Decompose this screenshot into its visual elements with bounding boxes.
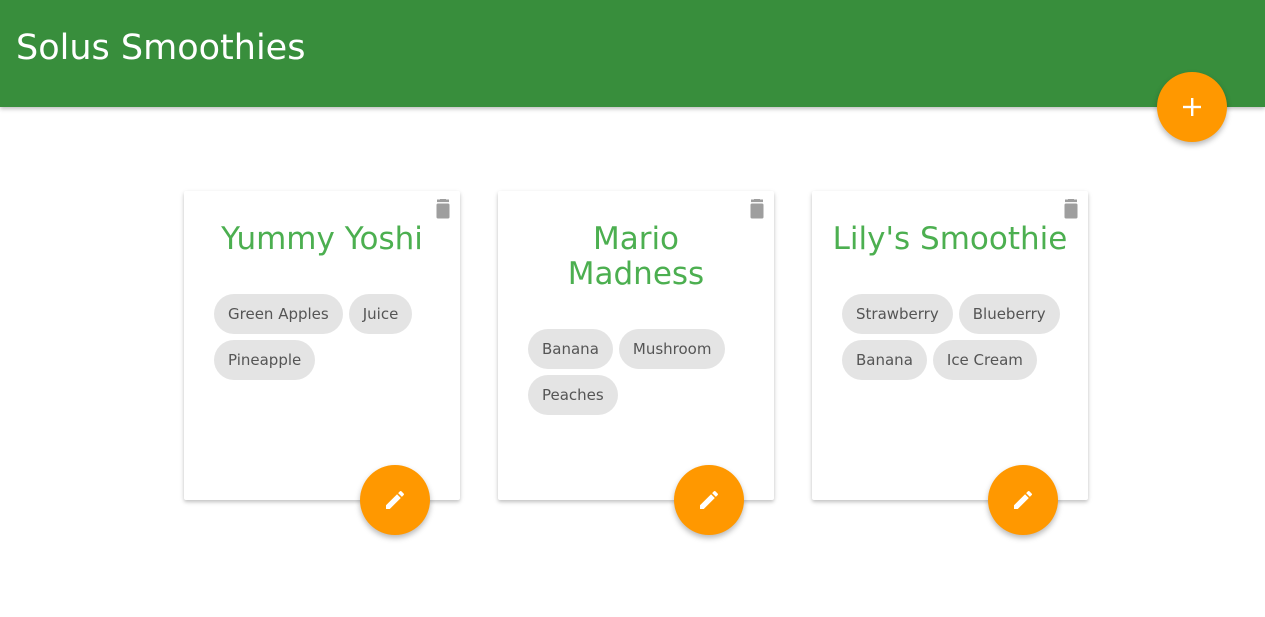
ingredient-chip: Juice xyxy=(348,294,413,334)
edit-button[interactable] xyxy=(988,465,1058,535)
smoothie-card: Yummy Yoshi Green Apples Juice Pineapple xyxy=(184,191,460,535)
smoothie-card: Lily's Smoothie Strawberry Blueberry Ban… xyxy=(812,191,1088,535)
ingredient-chip: Strawberry xyxy=(842,294,953,334)
ingredient-list: Banana Mushroom Peaches xyxy=(528,329,758,415)
ingredient-chip: Pineapple xyxy=(214,340,316,380)
add-smoothie-button[interactable] xyxy=(1157,72,1227,142)
pencil-icon xyxy=(386,490,405,509)
ingredient-list: Green Apples Juice Pineapple xyxy=(214,294,444,380)
ingredient-chip: Banana xyxy=(842,340,927,380)
ingredient-chip: Ice Cream xyxy=(932,340,1037,380)
ingredient-chip: Green Apples xyxy=(214,294,343,334)
ingredient-chip: Banana xyxy=(528,329,613,369)
pencil-icon xyxy=(1014,490,1033,509)
smoothie-title: Lily's Smoothie xyxy=(832,221,1068,257)
ingredient-list: Strawberry Blueberry Banana Ice Cream xyxy=(842,294,1072,380)
ingredient-chip: Mushroom xyxy=(618,329,726,369)
ingredient-chip: Peaches xyxy=(528,375,618,415)
delete-button[interactable] xyxy=(434,199,452,219)
smoothie-card: Mario Madness Banana Mushroom Peaches xyxy=(498,191,774,535)
plus-icon xyxy=(1183,98,1201,116)
trash-icon xyxy=(436,199,450,219)
pencil-icon xyxy=(700,490,719,509)
ingredient-chip: Blueberry xyxy=(958,294,1060,334)
edit-button[interactable] xyxy=(674,465,744,535)
smoothie-title: Mario Madness xyxy=(567,221,705,292)
brand-logo[interactable]: Solus Smoothies xyxy=(16,26,305,70)
trash-icon xyxy=(750,199,764,219)
delete-button[interactable] xyxy=(748,199,766,219)
navbar: Solus Smoothies xyxy=(0,0,1265,107)
edit-button[interactable] xyxy=(360,465,430,535)
smoothie-title: Yummy Yoshi xyxy=(221,221,423,257)
trash-icon xyxy=(1064,199,1078,219)
delete-button[interactable] xyxy=(1062,199,1080,219)
